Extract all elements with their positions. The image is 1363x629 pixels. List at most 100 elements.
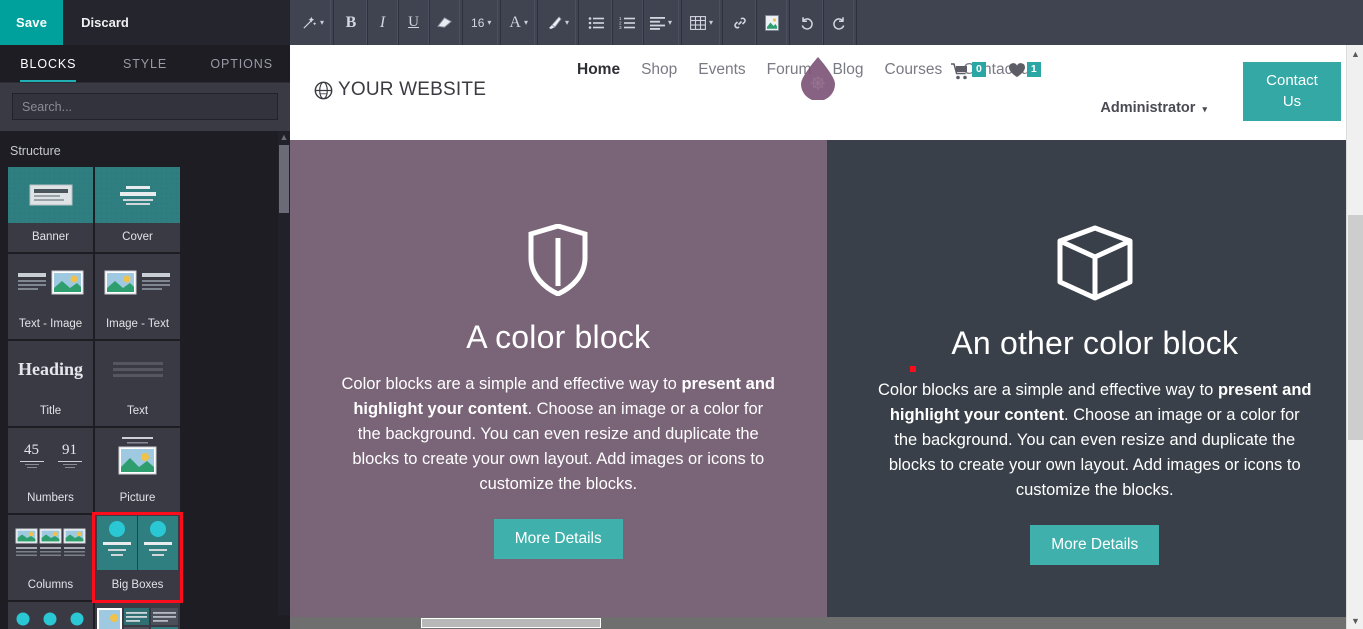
block-label: Text - Image — [8, 310, 93, 339]
numbered-list-icon[interactable]: 1 2 3 — [612, 0, 643, 45]
scroll-up-arrow-icon[interactable]: ▲ — [278, 131, 290, 143]
toolbar-group-fontsize: 16 ▾ — [463, 0, 501, 45]
underline-icon[interactable]: U — [398, 0, 429, 45]
save-button[interactable]: Save — [0, 0, 63, 45]
table-icon[interactable]: ▾ — [684, 0, 720, 45]
block-label: Columns — [8, 571, 93, 600]
search-input[interactable] — [12, 93, 278, 120]
color-block-right[interactable]: An other color block Color blocks are a … — [827, 140, 1363, 629]
font-color-icon[interactable]: A ▾ — [503, 0, 535, 45]
block-card-image-text[interactable]: Image - Text — [95, 254, 180, 339]
horizontal-scrollbar-thumb[interactable] — [421, 618, 601, 628]
block-card-columns[interactable]: Columns — [8, 515, 93, 600]
insert-image-icon[interactable] — [756, 0, 787, 45]
section-title-structure: Structure — [0, 131, 290, 167]
big-boxes-thumb-icon — [95, 515, 180, 571]
tab-blocks[interactable]: BLOCKS — [0, 45, 97, 82]
selection-marker — [910, 366, 916, 372]
editor-tabs: BLOCKS STYLE OPTIONS — [0, 45, 290, 83]
numbers-thumb-icon: 45 91 — [8, 428, 93, 484]
cart-badge: 0 — [972, 62, 986, 77]
blocks-list-scroll-area[interactable]: Structure — [0, 131, 290, 629]
nav-link-events[interactable]: Events — [698, 61, 745, 79]
site-logo[interactable]: YOUR WEBSITE — [314, 79, 486, 101]
user-menu[interactable]: Administrator ▾ — [1100, 100, 1207, 116]
scrollbar-corner — [276, 615, 290, 629]
magic-wand-icon[interactable]: ▾ — [296, 0, 331, 45]
blocks-panel-scrollbar[interactable]: ▲ ▼ — [278, 131, 290, 629]
block-card-banner[interactable]: Banner — [8, 167, 93, 252]
toolbar-group-lists: 1 2 3 ▾ — [579, 0, 682, 45]
color-block-left[interactable]: A color block Color blocks are a simple … — [290, 140, 827, 629]
numbers-thumb-value-1: 45 — [20, 442, 44, 459]
block-card-masonry[interactable]: Masonry — [95, 602, 180, 629]
font-size-value: 16 — [471, 16, 484, 30]
text-part-1: Color blocks are a simple and effective … — [878, 381, 1218, 399]
scrollbar-thumb[interactable] — [279, 145, 289, 213]
italic-icon[interactable]: I — [367, 0, 398, 45]
big-boxes-section: A color block Color blocks are a simple … — [290, 140, 1363, 629]
page-horizontal-scrollbar[interactable] — [290, 617, 1346, 629]
discard-button[interactable]: Discard — [63, 0, 147, 45]
link-icon[interactable] — [725, 0, 756, 45]
nav-link-forum[interactable]: Forum — [767, 61, 812, 79]
chevron-down-icon: ▾ — [524, 18, 528, 27]
wishlist-badge: 1 — [1027, 62, 1041, 77]
paintbrush-icon[interactable]: ▾ — [540, 0, 576, 45]
color-block-text: Color blocks are a simple and effective … — [341, 372, 775, 497]
color-block-text: Color blocks are a simple and effective … — [878, 378, 1312, 503]
text-part-1: Color blocks are a simple and effective … — [342, 375, 682, 393]
columns-thumb-icon — [8, 515, 93, 571]
bullet-list-icon[interactable] — [581, 0, 612, 45]
scroll-down-arrow-icon[interactable]: ▼ — [1347, 612, 1363, 629]
redo-icon[interactable] — [823, 0, 854, 45]
text-image-thumb-icon — [8, 254, 93, 310]
font-size-icon[interactable]: 16 ▾ — [465, 0, 498, 45]
svg-text:3: 3 — [619, 25, 622, 30]
block-card-features[interactable]: Features — [8, 602, 93, 629]
cart-button[interactable]: 0 — [950, 62, 986, 81]
more-details-button[interactable]: More Details — [494, 519, 623, 559]
block-card-picture[interactable]: Picture — [95, 428, 180, 513]
text-thumb-icon — [95, 341, 180, 397]
block-card-text[interactable]: Text — [95, 341, 180, 426]
editor-sidebar: Save Discard BLOCKS STYLE OPTIONS Struct… — [0, 0, 290, 629]
search-container — [0, 83, 290, 131]
color-block-title: An other color block — [951, 325, 1238, 362]
page-vertical-scrollbar[interactable]: ▲ ▼ — [1346, 45, 1363, 629]
block-label: Cover — [95, 223, 180, 252]
toolbar-group-style: ▾ — [294, 0, 334, 45]
block-card-big-boxes[interactable]: Big Boxes — [95, 515, 180, 600]
eraser-icon[interactable] — [429, 0, 460, 45]
block-card-title[interactable]: Heading Title — [8, 341, 93, 426]
tab-options[interactable]: OPTIONS — [193, 45, 290, 82]
block-label: Numbers — [8, 484, 93, 513]
undo-icon[interactable] — [792, 0, 823, 45]
nav-link-blog[interactable]: Blog — [832, 61, 863, 79]
more-details-button[interactable]: More Details — [1030, 525, 1159, 565]
cover-thumb-icon — [95, 167, 180, 223]
block-label: Banner — [8, 223, 93, 252]
align-icon[interactable]: ▾ — [643, 0, 679, 45]
toolbar-group-format: B I U — [334, 0, 463, 45]
chevron-down-icon: ▾ — [668, 18, 672, 27]
nav-link-shop[interactable]: Shop — [641, 61, 677, 79]
vertical-scrollbar-thumb[interactable] — [1348, 215, 1363, 440]
wishlist-button[interactable]: 1 — [1008, 62, 1041, 79]
nav-link-home[interactable]: Home — [577, 61, 620, 79]
nav-link-courses[interactable]: Courses — [885, 61, 943, 79]
scroll-up-arrow-icon[interactable]: ▲ — [1347, 45, 1363, 62]
blocks-grid: Banner Cover — [0, 167, 272, 629]
contact-us-button[interactable]: Contact Us — [1243, 62, 1341, 121]
masonry-thumb-icon — [95, 602, 180, 629]
block-card-cover[interactable]: Cover — [95, 167, 180, 252]
block-label: Big Boxes — [95, 571, 180, 600]
bold-icon[interactable]: B — [336, 0, 367, 45]
picture-thumb-icon — [95, 428, 180, 484]
block-card-text-image[interactable]: Text - Image — [8, 254, 93, 339]
site-preview: ▾ B I U 16 ▾ — [290, 0, 1363, 629]
block-label: Image - Text — [95, 310, 180, 339]
toolbar-group-history — [790, 0, 857, 45]
block-card-numbers[interactable]: 45 91 — [8, 428, 93, 513]
tab-style[interactable]: STYLE — [97, 45, 194, 82]
